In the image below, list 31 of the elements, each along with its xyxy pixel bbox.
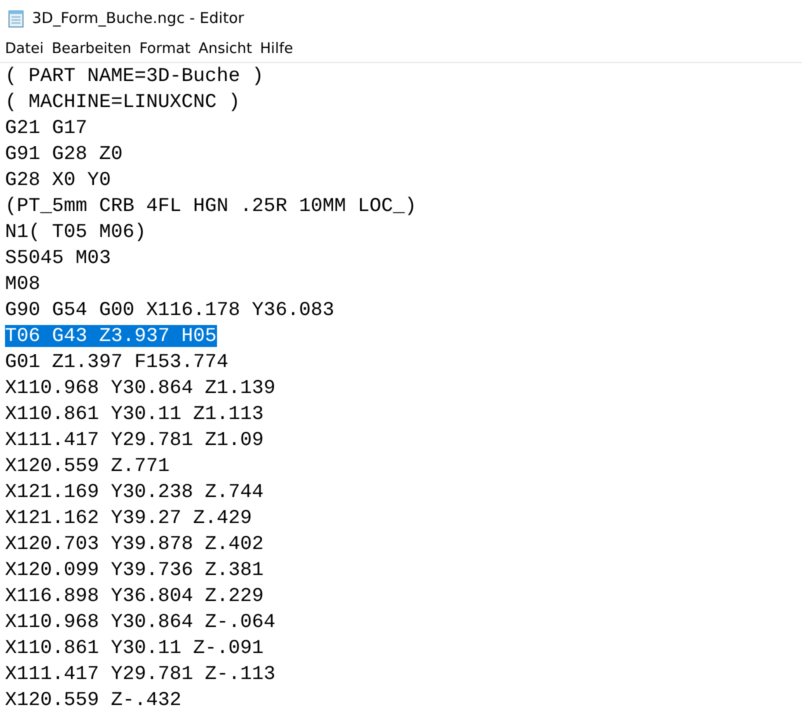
code-line: G91 G28 Z0 (5, 143, 123, 165)
code-line: (PT_5mm CRB 4FL HGN .25R 10MM LOC_) (5, 195, 417, 217)
code-line: X120.559 Z.771 (5, 455, 170, 477)
menu-item[interactable]: Datei (1, 41, 48, 57)
menu-item[interactable]: Format (135, 41, 194, 57)
code-line: N1( T05 M06) (5, 221, 146, 243)
menu-item[interactable]: Bearbeiten (48, 41, 136, 57)
code-line: ( MACHINE=LINUXCNC ) (5, 91, 240, 113)
code-line: X120.099 Y39.736 Z.381 (5, 559, 264, 581)
code-line: G90 G54 G00 X116.178 Y36.083 (5, 299, 334, 321)
code-line: X121.169 Y30.238 Z.744 (5, 481, 264, 503)
code-line: X120.559 Z-.432 (5, 689, 182, 711)
code-line: X110.861 Y30.11 Z-.091 (5, 637, 264, 659)
code-line: G21 G17 (5, 117, 88, 139)
code-line: G28 X0 Y0 (5, 169, 111, 191)
code-line: X121.162 Y39.27 Z.429 (5, 507, 252, 529)
code-line: M08 (5, 273, 40, 295)
code-line: G01 Z1.397 F153.774 (5, 351, 228, 373)
code-line: X111.417 Y29.781 Z-.113 (5, 663, 276, 685)
code-line: X111.417 Y29.781 Z1.09 (5, 429, 264, 451)
code-line: X110.861 Y30.11 Z1.113 (5, 403, 264, 425)
code-line: X110.968 Y30.864 Z1.139 (5, 377, 276, 399)
menu-item[interactable]: Hilfe (256, 41, 298, 57)
menu-item[interactable]: Ansicht (194, 41, 256, 57)
code-line: X116.898 Y36.804 Z.229 (5, 585, 264, 607)
code-line: S5045 M03 (5, 247, 111, 269)
code-line: X120.703 Y39.878 Z.402 (5, 533, 264, 555)
window-title: 3D_Form_Buche.ngc - Editor (32, 9, 244, 27)
code-line: ( PART NAME=3D-Buche ) (5, 65, 264, 87)
code-line: X110.968 Y30.864 Z-.064 (5, 611, 276, 633)
notepad-icon (7, 8, 25, 28)
